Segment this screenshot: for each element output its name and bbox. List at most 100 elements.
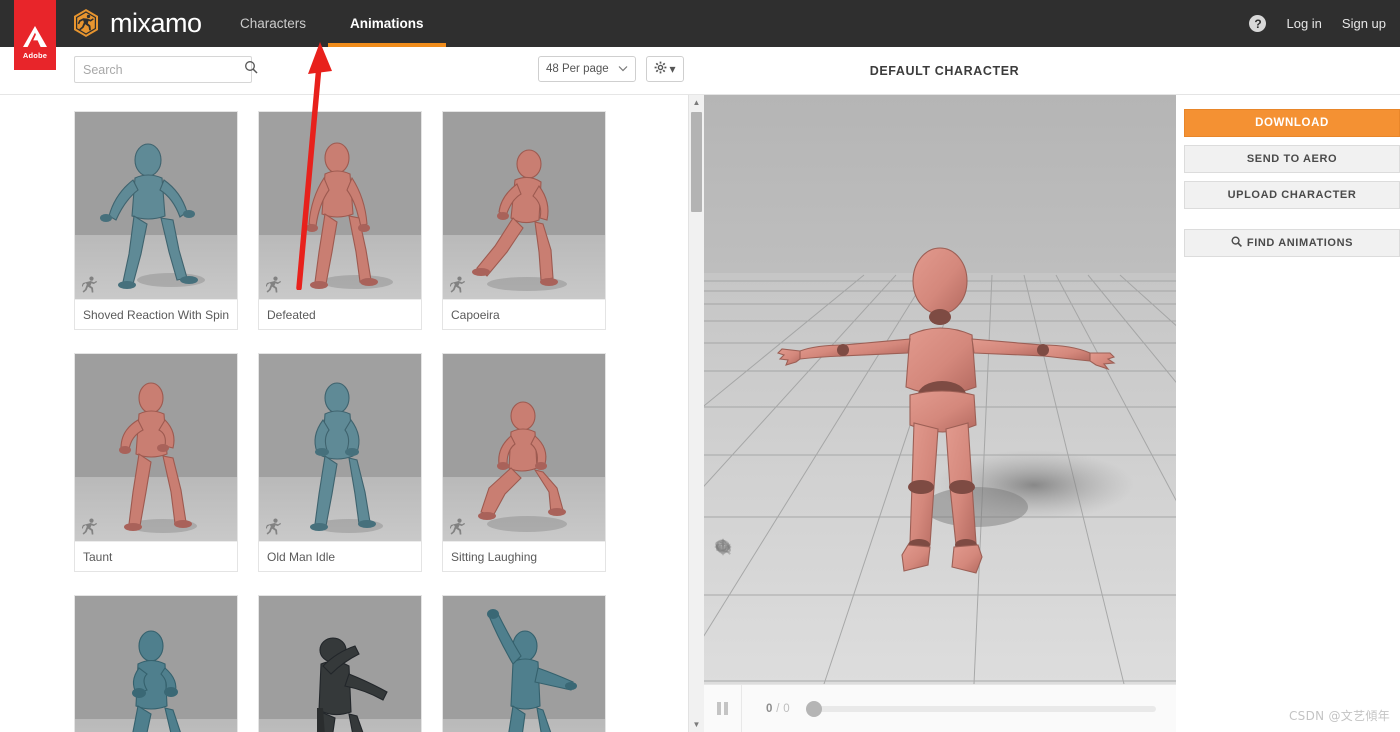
running-man-icon [81,276,97,293]
search-input[interactable] [83,62,244,77]
animation-card[interactable]: Old Man Idle [258,353,422,572]
animation-card[interactable]: Defeated [258,111,422,330]
animation-thumbnail[interactable] [259,112,421,299]
animation-thumbnail[interactable] [75,354,237,541]
animation-name: Old Man Idle [259,541,421,571]
animation-card[interactable]: Shoved Reaction With Spin [74,111,238,330]
timeline-slider[interactable] [805,699,1156,719]
pause-bar-left [717,702,721,715]
animation-name: Taunt [75,541,237,571]
animation-thumbnail[interactable] [75,112,237,299]
thumb-figure-cheer [487,609,577,732]
running-man-icon [265,276,281,293]
animation-card[interactable]: Taunt [74,353,238,572]
find-animations-button[interactable]: FIND ANIMATIONS [1184,229,1400,257]
orbit-rotate-icon[interactable] [714,541,732,580]
thumb-figure-stagger [100,143,205,289]
chevron-down-icon [618,63,628,75]
adobe-logo-badge[interactable]: Adobe [14,0,56,70]
running-man-icon [449,276,465,293]
help-icon[interactable]: ? [1249,15,1267,32]
animation-name: Sitting Laughing [443,541,605,571]
animation-card[interactable]: Sitting Laughing [442,353,606,572]
thumb-figure-crouch [472,149,567,291]
csdn-watermark: CSDN @文艺傾年 [1288,709,1390,723]
search-icon[interactable] [244,60,258,79]
send-to-aero-button[interactable]: SEND TO AERO [1184,145,1400,173]
thumb-figure-slump [306,142,393,289]
animations-grid: Shoved Reaction With Spin Defeated Capoe… [74,111,674,732]
search-box[interactable] [74,56,258,83]
viewport-tool-strip [714,538,736,676]
animation-card[interactable]: Capoeira [442,111,606,330]
mixamo-hex-logo-icon [70,7,102,39]
scrollbar-thumb[interactable] [691,112,702,212]
animation-thumbnail[interactable] [259,596,421,732]
animation-thumbnail[interactable] [443,596,605,732]
animations-browser-panel: 48 Per page [0,47,704,732]
timeline-track[interactable] [805,705,1156,712]
running-man-icon [265,518,281,535]
grid-vertical-scrollbar[interactable]: ▲ ▼ [688,95,704,732]
settings-dropdown-button[interactable]: ▾ [646,56,684,82]
frame-total: 0 [783,702,790,715]
main-nav-links: Characters Animations [218,0,446,47]
character-actions-panel: DOWNLOAD SEND TO AERO UPLOAD CHARACTER F… [1184,95,1400,684]
frame-counter: 0 / 0 [766,703,790,715]
panel-divider [1184,217,1400,229]
viewport-scene [704,95,1176,684]
thumb-figure-sitting [478,401,567,532]
animation-thumbnail[interactable] [259,354,421,541]
find-animations-label: FIND ANIMATIONS [1246,237,1354,249]
page-title: DEFAULT CHARACTER [869,63,1020,78]
per-page-value: 48 Per page [546,63,609,75]
3d-viewport[interactable] [704,95,1176,684]
animations-grid-scroll-area[interactable]: Shoved Reaction With Spin Defeated Capoe… [0,95,704,732]
mixamo-wordmark: mixamo [110,8,202,38]
pause-icon[interactable] [704,685,742,732]
running-man-icon [449,518,465,535]
scroll-up-arrow-icon[interactable]: ▲ [689,95,704,110]
animation-card[interactable] [258,595,422,732]
animation-card[interactable] [74,595,238,732]
scroll-down-arrow-icon[interactable]: ▼ [689,717,704,732]
upload-character-button[interactable]: UPLOAD CHARACTER [1184,181,1400,209]
viewer-header: DEFAULT CHARACTER [704,47,1400,95]
mixamo-brand[interactable]: mixamo [70,7,202,39]
mixamo-app: mixamo Characters Animations ? Log in Si… [0,0,1400,732]
nav-tab-characters[interactable]: Characters [218,0,328,47]
animation-player-bar: 0 / 0 [704,684,1176,732]
adobe-wordmark: Adobe [22,50,48,60]
pan-move-icon[interactable] [714,538,732,604]
download-button[interactable]: DOWNLOAD [1184,109,1400,137]
thumb-figure-idle [310,382,383,533]
login-link[interactable]: Log in [1286,16,1321,31]
thumb-figure-fight [132,630,181,732]
character-viewer-panel: DEFAULT CHARACTER 0 / 0 DOWNLOAD SEND TO… [704,47,1400,732]
search-icon [1231,236,1242,250]
reset-power-icon[interactable] [714,539,732,652]
animation-name: Capoeira [443,299,605,329]
nav-right-group: ? Log in Sign up [1249,0,1386,47]
gear-caret-icon: ▾ [669,62,676,76]
browser-toolbar: 48 Per page [0,47,704,95]
animation-thumbnail[interactable] [75,596,237,732]
zoom-magnifier-icon[interactable] [714,539,732,628]
animation-card[interactable] [442,595,606,732]
camera-icon[interactable] [714,543,732,676]
animation-thumbnail[interactable] [443,354,605,541]
thumb-figure-dab [316,637,388,732]
timeline-knob[interactable] [805,700,822,717]
top-navigation-bar: mixamo Characters Animations ? Log in Si… [0,0,1400,47]
gear-icon [654,61,667,77]
animation-thumbnail[interactable] [443,112,605,299]
thumb-figure-taunt [119,382,197,533]
per-page-select[interactable]: 48 Per page [538,56,636,82]
animation-name: Shoved Reaction With Spin [75,299,237,329]
nav-tab-animations[interactable]: Animations [328,0,446,47]
pause-bar-right [724,702,728,715]
animation-name: Defeated [259,299,421,329]
signup-link[interactable]: Sign up [1342,16,1386,31]
running-man-icon [81,518,97,535]
frame-current: 0 [766,702,773,715]
